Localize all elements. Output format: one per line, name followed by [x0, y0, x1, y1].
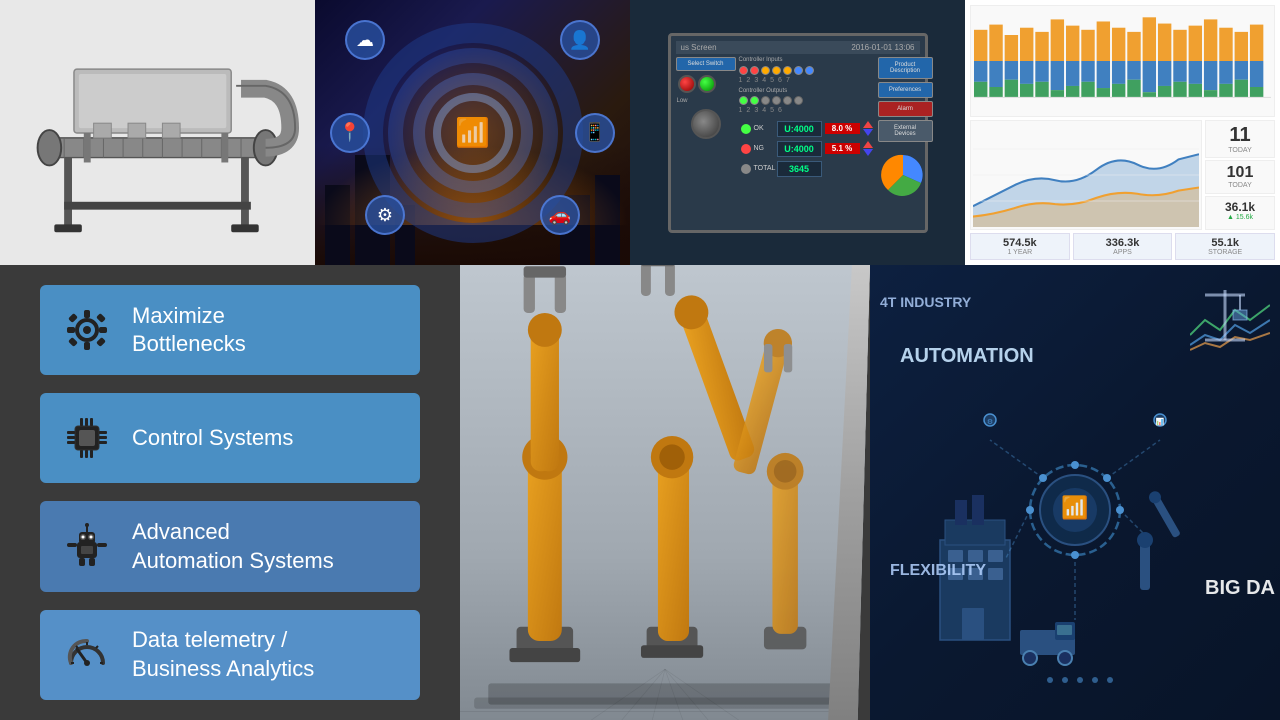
area-chart [973, 123, 1199, 227]
select-switch-btn[interactable]: Select Switch [676, 57, 736, 71]
panel-conveyor [0, 0, 315, 265]
led-green [698, 75, 716, 93]
stat-big-num: 11 [1209, 124, 1271, 147]
input-dot-2 [750, 66, 759, 75]
hmi-screen: us Screen 2016-01-01 13:06 Select Switch… [668, 33, 928, 233]
up-arrow-2 [863, 141, 873, 148]
alarm-btn[interactable]: Alarm [878, 101, 933, 117]
stat-year-label: 1 YEAR [974, 249, 1066, 256]
ng-value: U:4000 [777, 141, 822, 157]
stat-growth: ▲ 15.6k [1209, 214, 1271, 221]
right-panels: 4T INDUSTRY AUTOMATION [460, 265, 1280, 720]
stat-year: 574.5k [974, 237, 1066, 249]
automation-label: Advanced Automation Systems [132, 518, 334, 575]
rotary-knob[interactable] [691, 109, 721, 139]
external-devices-btn[interactable]: External Devices [878, 120, 933, 142]
ok-row: OK U:4000 8.0 % [739, 119, 875, 139]
output-dot-5 [783, 96, 792, 105]
down-arrow-2 [863, 149, 873, 156]
total-indicator [741, 164, 751, 174]
ng-row: NG U:4000 5.1 % [739, 139, 875, 159]
top-bar-chart [974, 9, 1271, 113]
sidebar-menu: Maximize Bottlenecks [0, 265, 460, 720]
phone-icon: 📱 [575, 113, 615, 153]
svg-text:⚙: ⚙ [987, 418, 993, 426]
total-label: TOTAL [754, 165, 774, 172]
screen-header: us Screen 2016-01-01 13:06 [676, 41, 920, 54]
stat-storage: 55.1k [1179, 237, 1271, 249]
bigdata-text: BIG DA [1205, 577, 1275, 600]
total-row: TOTAL 3645 [739, 159, 875, 179]
input-dot-7 [805, 66, 814, 75]
output-dot-1 [739, 96, 748, 105]
ok-label: OK [754, 125, 774, 132]
svg-text:📊: 📊 [1156, 417, 1165, 426]
input-dot-4 [772, 66, 781, 75]
stat-today-2: TODAY [1209, 182, 1271, 189]
settings-icon: ⚙ [365, 195, 405, 235]
panel-control-screen: us Screen 2016-01-01 13:06 Select Switch… [630, 0, 965, 265]
down-arrow [863, 129, 873, 136]
speedometer-icon [62, 630, 112, 680]
input-dot-1 [739, 66, 748, 75]
car-icon: 🚗 [540, 195, 580, 235]
menu-item-telemetry[interactable]: Data telemetry / Business Analytics [40, 610, 420, 700]
product-desc-btn[interactable]: Product Description [878, 57, 933, 79]
low-label: Low [676, 97, 736, 105]
ng-indicator [741, 144, 751, 154]
output-dot-6 [794, 96, 803, 105]
ng-label: NG [754, 145, 774, 152]
total-value: 3645 [777, 161, 822, 177]
conveyor-svg [15, 18, 300, 248]
person-icon: 👤 [560, 20, 600, 60]
menu-item-control[interactable]: Control Systems [40, 393, 420, 483]
preferences-btn[interactable]: Preferences [878, 82, 933, 98]
stat-101: 101 [1209, 164, 1271, 182]
location-icon: 📍 [330, 113, 370, 153]
up-arrow [863, 121, 873, 128]
flexibility-text: FLEXIBILITY [890, 562, 986, 580]
stat-apps: 336.3k [1077, 237, 1169, 249]
stat-36k: 36.1k [1209, 200, 1271, 214]
input-dot-5 [783, 66, 792, 75]
controller-outputs-label: Controller Outputs [739, 88, 875, 94]
input-dot-6 [794, 66, 803, 75]
control-label: Control Systems [132, 424, 293, 453]
gear-icon-maximize [62, 305, 112, 355]
output-dot-3 [761, 96, 770, 105]
menu-item-maximize[interactable]: Maximize Bottlenecks [40, 285, 420, 375]
pie-chart [878, 150, 928, 200]
telemetry-label: Data telemetry / Business Analytics [132, 626, 314, 683]
output-dot-4 [772, 96, 781, 105]
top-panels: 📶 ☁ 👤 📍 📱 ⚙ 🚗 us Screen 2016-01-01 13:06… [0, 0, 1280, 265]
panel-industry40: 4T INDUSTRY AUTOMATION [870, 265, 1280, 720]
panel-analytics: 11 TODAY 101 TODAY 36.1k ▲ 15.6k 57 [965, 0, 1280, 265]
stat-apps-label: APPS [1077, 249, 1169, 256]
output-dot-2 [750, 96, 759, 105]
crane-icon [1200, 285, 1250, 350]
ok-pct: 8.0 % [825, 123, 860, 134]
screen-title: us Screen [681, 43, 717, 52]
menu-item-automation[interactable]: Advanced Automation Systems [40, 501, 420, 591]
ok-value: U:4000 [777, 121, 822, 137]
screen-datetime: 2016-01-01 13:06 [851, 43, 914, 52]
controller-inputs-label: Controller Inputs [739, 57, 875, 63]
svg-text:📶: 📶 [1061, 495, 1088, 520]
robot-arms-svg [460, 265, 870, 720]
robot-icon [62, 521, 112, 571]
input-dot-3 [761, 66, 770, 75]
panel-iot: 📶 ☁ 👤 📍 📱 ⚙ 🚗 [315, 0, 630, 265]
ok-indicator [741, 124, 751, 134]
cloud-icon: ☁ [345, 20, 385, 60]
stat-storage-label: STORAGE [1179, 249, 1271, 256]
stat-today-1: TODAY [1209, 147, 1271, 154]
industry-title: 4T INDUSTRY [880, 295, 971, 310]
led-red [678, 75, 696, 93]
industry-illustration: 📶 [870, 340, 1280, 700]
chip-icon [62, 413, 112, 463]
ng-pct: 5.1 % [825, 143, 860, 154]
bottom-section: Maximize Bottlenecks [0, 265, 1280, 720]
maximize-label: Maximize Bottlenecks [132, 302, 246, 359]
panel-robot-arms [460, 265, 870, 720]
